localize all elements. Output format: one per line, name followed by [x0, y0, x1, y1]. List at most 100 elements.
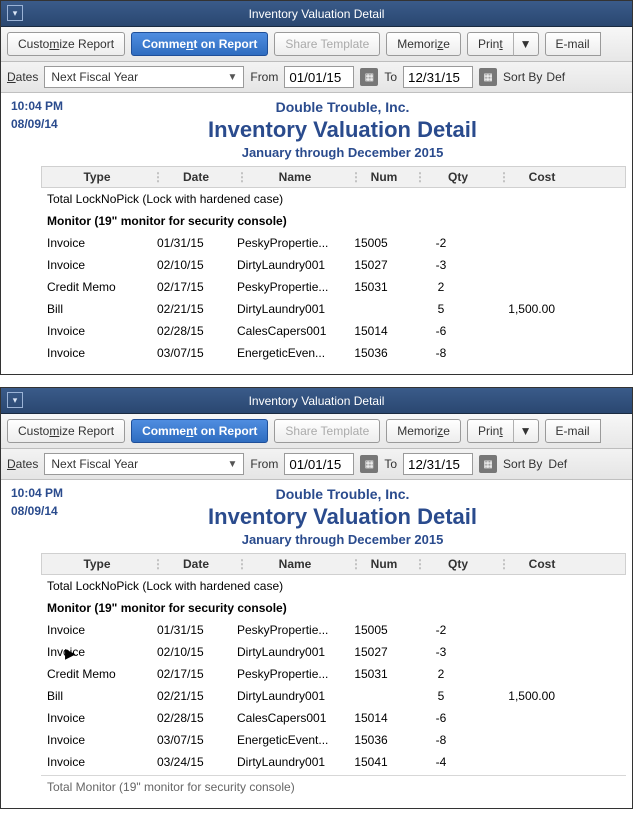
dates-range-select[interactable]: Next Fiscal Year ▼: [44, 66, 244, 88]
report-grid: Type⋮ Date⋮ Name⋮ Num ↔ ⋮ Qty⋮ Cost Tota…: [41, 166, 626, 364]
col-num[interactable]: Num ↑ ✋ Avg Cost: [354, 557, 414, 571]
window-title: Inventory Valuation Detail: [249, 7, 385, 21]
col-cost[interactable]: Cost: [502, 557, 582, 571]
to-label: To: [384, 70, 397, 84]
group-total-monitor[interactable]: Total Monitor (19" monitor for security …: [41, 776, 626, 798]
report-time: 10:04 PM: [11, 486, 63, 500]
col-date[interactable]: Date: [156, 557, 236, 571]
table-row[interactable]: Invoice01/31/15PeskyPropertie...15005-2: [41, 232, 626, 254]
cell-type: Invoice: [41, 711, 151, 725]
col-date[interactable]: Date: [156, 170, 236, 184]
col-qty[interactable]: Qty: [418, 170, 498, 184]
filter-bar: Dates Next Fiscal Year ▼ From ▦ To ▦ Sor…: [1, 62, 632, 93]
cell-cost: 1,500.00: [481, 689, 561, 703]
table-row[interactable]: Invoice02/10/15DirtyLaundry00115027-3: [41, 254, 626, 276]
group-monitor-header[interactable]: Monitor (19" monitor for security consol…: [41, 597, 626, 619]
customize-report-button[interactable]: Customize Report: [7, 32, 125, 56]
cell-num: 15036: [341, 346, 401, 360]
print-dropdown[interactable]: ▼: [513, 32, 539, 56]
table-row[interactable]: Invoice02/10/15DirtyLaundry00115027-3: [41, 641, 626, 663]
cell-qty: -2: [401, 623, 481, 637]
calendar-icon[interactable]: ▦: [360, 68, 378, 86]
col-name[interactable]: Name: [240, 170, 350, 184]
to-date-input[interactable]: [403, 66, 473, 88]
cell-date: 02/10/15: [151, 258, 231, 272]
cell-date: 01/31/15: [151, 236, 231, 250]
print-button[interactable]: Print: [467, 419, 514, 443]
cell-date: 03/07/15: [151, 733, 231, 747]
cell-num: 15027: [341, 258, 401, 272]
cell-type: Bill: [41, 689, 151, 703]
cell-name: EnergeticEven...: [231, 346, 341, 360]
col-cost[interactable]: Cost: [502, 170, 582, 184]
calendar-icon[interactable]: ▦: [479, 68, 497, 86]
col-num[interactable]: Num ↔: [354, 170, 414, 184]
col-name[interactable]: Name: [240, 557, 350, 571]
cell-num: 15027: [341, 645, 401, 659]
calendar-icon[interactable]: ▦: [479, 455, 497, 473]
grid-header[interactable]: Type⋮ Date⋮ Name⋮ Num ↑ ✋ Avg Cost ⋮ Qty…: [41, 553, 626, 575]
group-monitor-header[interactable]: Monitor (19" monitor for security consol…: [41, 210, 626, 232]
cell-name: DirtyLaundry001: [231, 258, 341, 272]
comment-on-report-button[interactable]: Comment on Report: [131, 32, 268, 56]
cell-date: 02/17/15: [151, 667, 231, 681]
memorize-button[interactable]: Memorize: [386, 32, 461, 56]
table-row[interactable]: Bill02/21/15DirtyLaundry00151,500.00: [41, 298, 626, 320]
table-row[interactable]: Invoice03/24/15DirtyLaundry00115041-4: [41, 751, 626, 773]
share-template-button[interactable]: Share Template: [274, 32, 380, 56]
print-button[interactable]: Print: [467, 32, 514, 56]
table-row[interactable]: Bill02/21/15DirtyLaundry00151,500.00: [41, 685, 626, 707]
window-title: Inventory Valuation Detail: [249, 394, 385, 408]
email-button[interactable]: E-mail: [545, 419, 601, 443]
table-row[interactable]: Invoice03/07/15EnergeticEvent...15036-8: [41, 729, 626, 751]
table-row[interactable]: Credit Memo02/17/15PeskyPropertie...1503…: [41, 663, 626, 685]
to-date-input[interactable]: [403, 453, 473, 475]
share-template-button[interactable]: Share Template: [274, 419, 380, 443]
table-row[interactable]: Invoice01/31/15PeskyPropertie...15005-2: [41, 619, 626, 641]
cell-num: 15005: [341, 623, 401, 637]
cell-type: Invoice: [41, 645, 151, 659]
col-type[interactable]: Type: [42, 557, 152, 571]
titlebar: ▾ Inventory Valuation Detail: [1, 388, 632, 414]
report-date: 08/09/14: [11, 117, 63, 131]
col-qty[interactable]: Qty: [418, 557, 498, 571]
table-row[interactable]: Invoice02/28/15CalesCapers00115014-6: [41, 320, 626, 342]
memorize-button[interactable]: Memorize: [386, 419, 461, 443]
cell-date: 01/31/15: [151, 623, 231, 637]
cell-name: PeskyPropertie...: [231, 623, 341, 637]
comment-on-report-button[interactable]: Comment on Report: [131, 419, 268, 443]
cell-num: 15036: [341, 733, 401, 747]
cell-type: Credit Memo: [41, 280, 151, 294]
system-menu-icon[interactable]: ▾: [7, 392, 23, 408]
group-total-lock[interactable]: Total LockNoPick (Lock with hardened cas…: [41, 575, 626, 597]
report-toolbar: Customize Report Comment on Report Share…: [1, 414, 632, 449]
from-date-input[interactable]: [284, 66, 354, 88]
calendar-icon[interactable]: ▦: [360, 455, 378, 473]
cell-type: Invoice: [41, 346, 151, 360]
report-window-bottom: ▾ Inventory Valuation Detail Customize R…: [0, 387, 633, 809]
cell-qty: 2: [401, 280, 481, 294]
customize-report-button[interactable]: Customize Report: [7, 419, 125, 443]
report-header: 10:04 PM 08/09/14 Double Trouble, Inc. I…: [1, 93, 632, 160]
column-resize-cursor[interactable]: ↔: [412, 172, 414, 184]
group-total-lock[interactable]: Total LockNoPick (Lock with hardened cas…: [41, 188, 626, 210]
table-row[interactable]: Credit Memo02/17/15PeskyPropertie...1503…: [41, 276, 626, 298]
cell-type: Credit Memo: [41, 667, 151, 681]
system-menu-icon[interactable]: ▾: [7, 5, 23, 21]
table-row[interactable]: Invoice02/28/15CalesCapers00115014-6: [41, 707, 626, 729]
dates-range-select[interactable]: Next Fiscal Year ▼: [44, 453, 244, 475]
sortby-label: Sort By: [503, 70, 542, 84]
to-label: To: [384, 457, 397, 471]
cell-qty: -2: [401, 236, 481, 250]
from-date-input[interactable]: [284, 453, 354, 475]
cell-num: 15014: [341, 324, 401, 338]
print-dropdown[interactable]: ▼: [513, 419, 539, 443]
grid-header[interactable]: Type⋮ Date⋮ Name⋮ Num ↔ ⋮ Qty⋮ Cost: [41, 166, 626, 188]
table-row[interactable]: Invoice03/07/15EnergeticEven...15036-8: [41, 342, 626, 364]
col-type[interactable]: Type: [42, 170, 152, 184]
report-grid: Type⋮ Date⋮ Name⋮ Num ↑ ✋ Avg Cost ⋮ Qty…: [41, 553, 626, 798]
cell-qty: -6: [401, 324, 481, 338]
email-button[interactable]: E-mail: [545, 32, 601, 56]
report-toolbar: Customize Report Comment on Report Share…: [1, 27, 632, 62]
from-label: From: [250, 70, 278, 84]
